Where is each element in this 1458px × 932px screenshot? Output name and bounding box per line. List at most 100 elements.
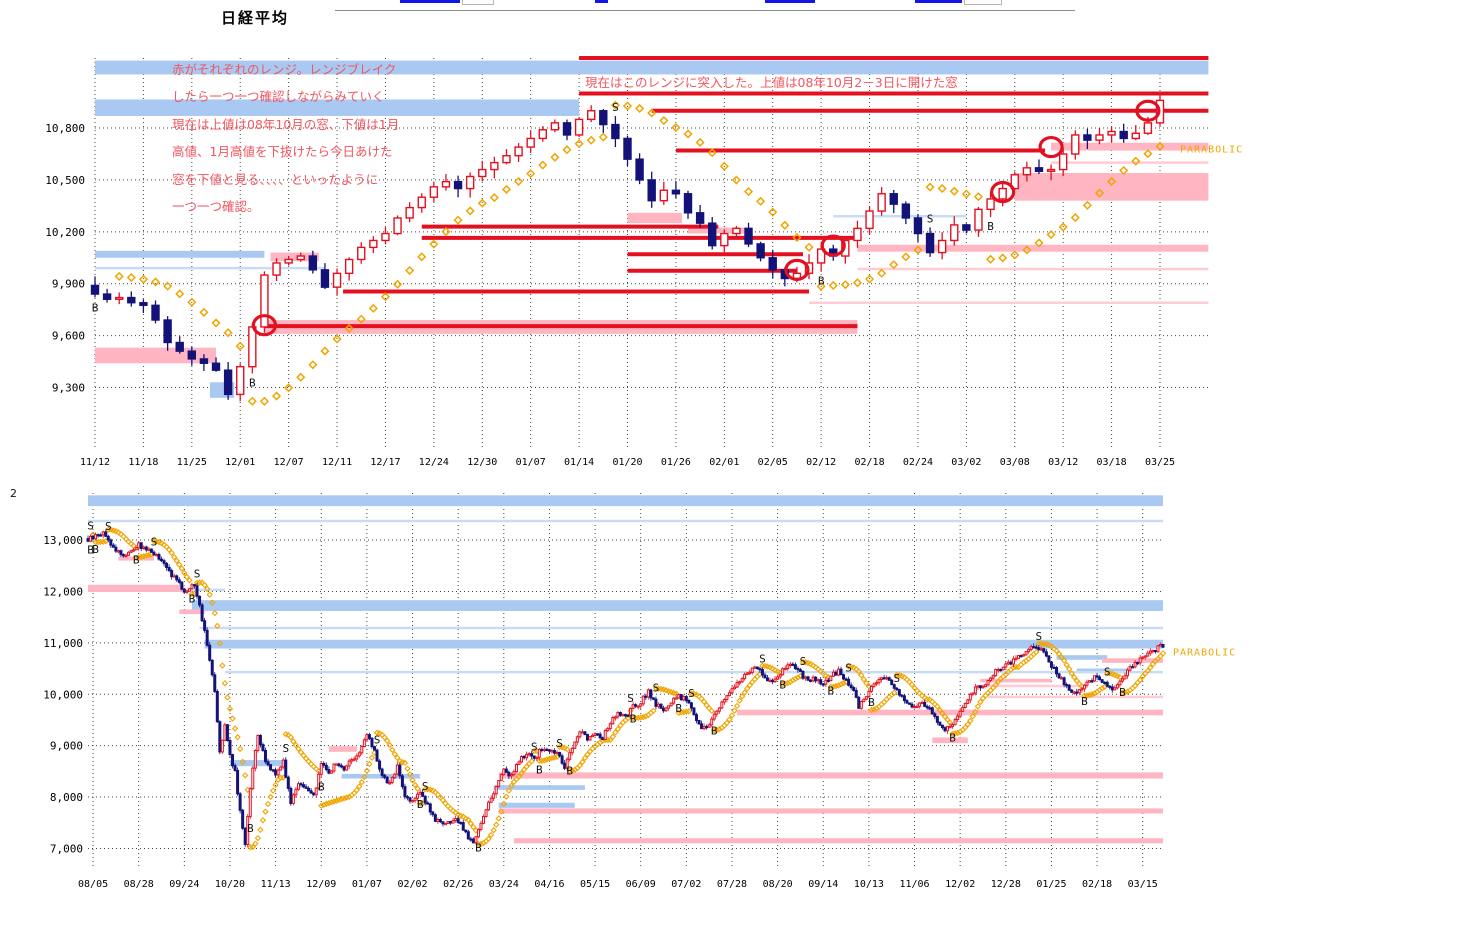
svg-text:02/12: 02/12: [806, 457, 836, 468]
page-title: 日経平均: [221, 7, 289, 28]
svg-text:S: S: [151, 535, 158, 548]
annotation-line: 高値、1月高値を下抜けたら今日あけた: [172, 138, 399, 165]
svg-text:11/18: 11/18: [128, 457, 158, 468]
page-number-label: 2: [10, 487, 17, 500]
svg-text:B: B: [475, 841, 482, 854]
top-nav-input-stub-2[interactable]: [964, 0, 1002, 5]
svg-text:PARABOLIC: PARABOLIC: [1173, 648, 1236, 659]
svg-text:01/07: 01/07: [516, 457, 546, 468]
svg-text:9,900: 9,900: [52, 278, 85, 291]
svg-text:11/13: 11/13: [261, 879, 291, 890]
svg-text:9,300: 9,300: [52, 381, 85, 394]
svg-text:B: B: [675, 702, 682, 715]
svg-text:B: B: [711, 724, 718, 737]
svg-text:S: S: [556, 737, 563, 750]
svg-text:S: S: [422, 780, 429, 793]
svg-text:S: S: [845, 662, 852, 675]
svg-text:06/09: 06/09: [626, 879, 656, 890]
svg-text:01/14: 01/14: [564, 457, 594, 468]
svg-text:S: S: [374, 734, 381, 747]
svg-text:B: B: [949, 732, 956, 745]
svg-text:08/28: 08/28: [124, 879, 154, 890]
svg-text:B: B: [247, 822, 254, 835]
svg-text:S: S: [531, 741, 538, 754]
svg-text:B: B: [1119, 686, 1126, 699]
svg-text:B: B: [828, 684, 835, 697]
svg-text:02/02: 02/02: [397, 879, 427, 890]
svg-text:B: B: [249, 376, 256, 389]
svg-text:02/05: 02/05: [758, 457, 788, 468]
svg-text:10,800: 10,800: [45, 122, 85, 135]
svg-text:S: S: [927, 212, 934, 225]
top-nav-input-stub-1[interactable]: [462, 0, 494, 5]
svg-text:01/07: 01/07: [352, 879, 382, 890]
svg-text:B: B: [779, 679, 786, 692]
svg-text:11/12: 11/12: [80, 457, 110, 468]
svg-text:7,000: 7,000: [50, 842, 83, 855]
svg-text:12/02: 12/02: [945, 879, 975, 890]
svg-text:03/08: 03/08: [1000, 457, 1030, 468]
svg-text:02/24: 02/24: [903, 457, 933, 468]
svg-text:05/15: 05/15: [580, 879, 610, 890]
svg-text:B: B: [630, 712, 637, 725]
svg-text:07/28: 07/28: [717, 879, 747, 890]
svg-text:S: S: [1104, 666, 1111, 679]
svg-text:8,000: 8,000: [50, 791, 83, 804]
svg-text:10/20: 10/20: [215, 879, 245, 890]
nikkei-longterm-chart: 13,00012,00011,00010,0009,0008,0007,0000…: [35, 487, 1285, 903]
svg-text:12/24: 12/24: [419, 457, 449, 468]
svg-text:S: S: [759, 652, 766, 665]
svg-text:B: B: [92, 301, 99, 314]
svg-text:03/15: 03/15: [1128, 879, 1158, 890]
svg-text:10/13: 10/13: [854, 879, 884, 890]
svg-text:01/26: 01/26: [661, 457, 691, 468]
svg-text:11/25: 11/25: [177, 457, 207, 468]
svg-text:B: B: [133, 553, 140, 566]
svg-text:B: B: [868, 696, 875, 709]
svg-text:9,600: 9,600: [52, 330, 85, 343]
svg-text:9,000: 9,000: [50, 740, 83, 753]
svg-text:11,000: 11,000: [43, 637, 83, 650]
svg-text:08/05: 08/05: [78, 879, 108, 890]
range-annotation-block: 赤がそれぞれのレンジ。レンジブレイク したら一つ一つ確認しながらみていく 現在は…: [172, 56, 399, 220]
annotation-line: 赤がそれぞれのレンジ。レンジブレイク: [172, 56, 399, 83]
svg-text:12/09: 12/09: [306, 879, 336, 890]
svg-text:S: S: [627, 692, 634, 705]
svg-text:12/28: 12/28: [991, 879, 1021, 890]
top-nav-link-stub-3[interactable]: [765, 0, 815, 3]
svg-text:B: B: [987, 220, 994, 233]
svg-text:13,000: 13,000: [43, 534, 83, 547]
svg-text:09/14: 09/14: [808, 879, 838, 890]
svg-text:S: S: [1035, 630, 1042, 643]
current-range-annotation: 現在はこのレンジに突入した。上値は08年10月2－3日に開けた窓: [585, 76, 958, 90]
svg-text:S: S: [800, 655, 807, 668]
svg-text:S: S: [194, 568, 201, 581]
svg-text:12/07: 12/07: [274, 457, 304, 468]
svg-text:PARABOLIC: PARABOLIC: [1180, 144, 1243, 155]
svg-text:09/24: 09/24: [169, 879, 199, 890]
svg-text:01/25: 01/25: [1036, 879, 1066, 890]
top-nav-link-stub-4[interactable]: [915, 0, 962, 3]
svg-text:11/06: 11/06: [899, 879, 929, 890]
svg-text:02/26: 02/26: [443, 879, 473, 890]
svg-text:B: B: [536, 763, 543, 776]
svg-text:03/24: 03/24: [489, 879, 519, 890]
svg-text:12/17: 12/17: [370, 457, 400, 468]
svg-text:03/12: 03/12: [1048, 457, 1078, 468]
top-nav-link-stub-1[interactable]: [400, 0, 460, 3]
top-nav-link-stub-2[interactable]: [595, 0, 608, 3]
svg-text:S: S: [87, 520, 94, 533]
svg-text:12,000: 12,000: [43, 585, 83, 598]
annotation-line: 現在は上値は08年10月の窓、下値は1月: [172, 111, 399, 138]
svg-text:01/20: 01/20: [612, 457, 642, 468]
svg-text:B: B: [818, 275, 825, 288]
svg-text:B: B: [318, 780, 325, 793]
svg-text:08/20: 08/20: [763, 879, 793, 890]
svg-text:10,500: 10,500: [45, 174, 85, 187]
svg-text:S: S: [688, 687, 695, 700]
svg-text:03/18: 03/18: [1097, 457, 1127, 468]
svg-text:12/30: 12/30: [467, 457, 497, 468]
svg-text:12/11: 12/11: [322, 457, 352, 468]
svg-text:B: B: [1081, 695, 1088, 708]
svg-text:03/25: 03/25: [1145, 457, 1175, 468]
